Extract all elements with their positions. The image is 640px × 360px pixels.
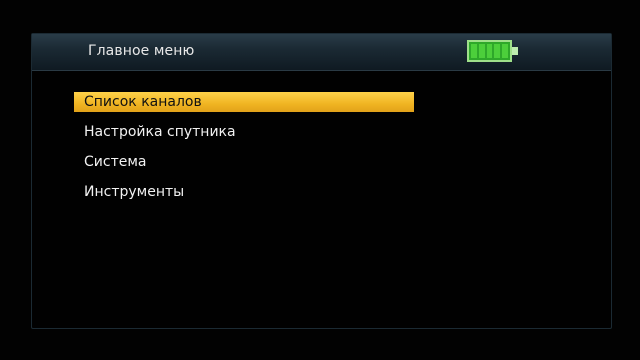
menu-item-system[interactable]: Система <box>74 152 414 172</box>
battery-cell <box>494 44 501 58</box>
menu-item-channel-list[interactable]: Список каналов <box>74 92 414 112</box>
menu-item-label: Инструменты <box>84 184 185 200</box>
main-menu-list: Список каналов Настройка спутника Систем… <box>74 92 414 212</box>
battery-body <box>467 40 512 62</box>
battery-cell <box>471 44 477 58</box>
menu-item-label: Настройка спутника <box>84 124 236 140</box>
battery-tip <box>512 47 518 55</box>
menu-header: Главное меню <box>32 34 611 71</box>
battery-cell <box>502 44 508 58</box>
battery-cell <box>486 44 493 58</box>
tv-screen: Главное меню Список каналов Настройка сп… <box>0 0 640 360</box>
menu-item-satellite-setup[interactable]: Настройка спутника <box>74 122 414 142</box>
main-menu-panel: Главное меню Список каналов Настройка сп… <box>31 33 612 329</box>
battery-cell <box>478 44 485 58</box>
battery-icon <box>467 40 518 62</box>
menu-item-tools[interactable]: Инструменты <box>74 182 414 202</box>
menu-item-label: Система <box>84 154 147 170</box>
menu-item-label: Список каналов <box>84 94 202 110</box>
page-title: Главное меню <box>88 43 195 59</box>
